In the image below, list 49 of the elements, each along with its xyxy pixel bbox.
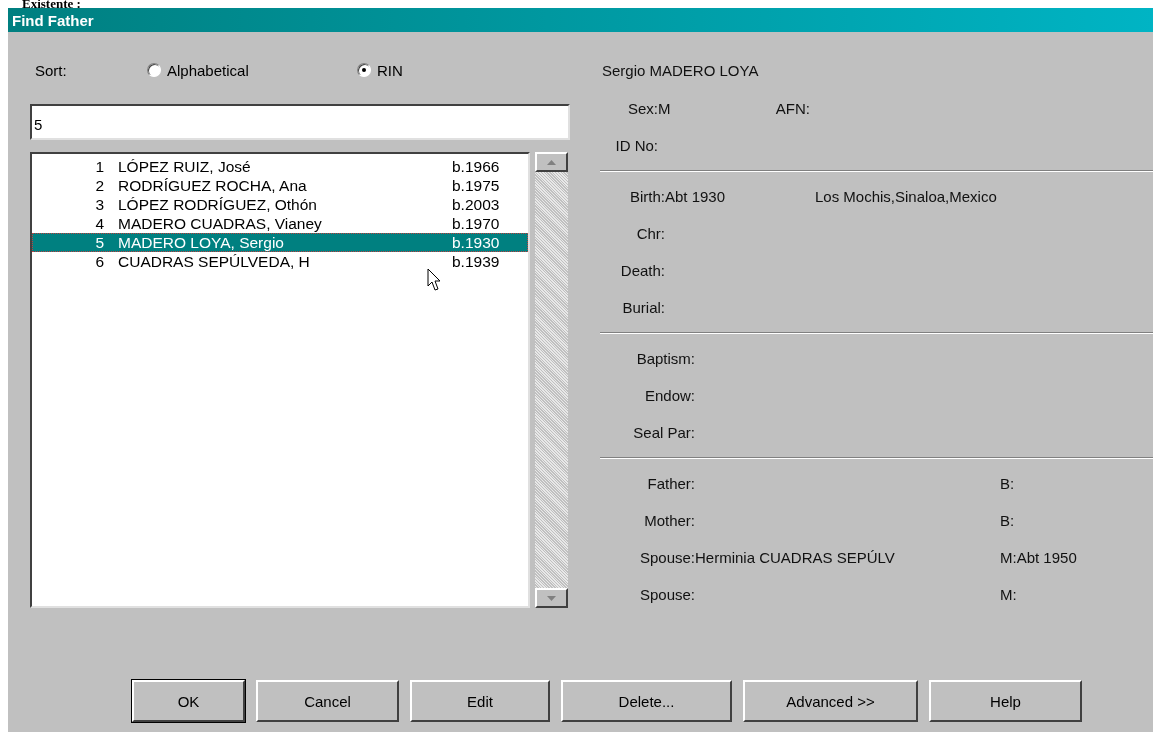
- scrollbar[interactable]: [535, 152, 568, 608]
- scroll-up-button[interactable]: [535, 152, 568, 172]
- field-value: Abt 1930: [665, 188, 726, 205]
- field-value: Herminia CUADRAS SEPÚLV: [695, 549, 895, 566]
- field-value: Abt 1950: [1016, 549, 1077, 566]
- field-label: ID No:: [614, 137, 658, 154]
- window-title: Find Father: [12, 11, 94, 29]
- person-row[interactable]: 5 MADERO LOYA, Sergio b.1930: [32, 233, 528, 252]
- field-value: M: [658, 100, 671, 117]
- dialog-button[interactable]: Delete...: [561, 680, 732, 722]
- down-arrow-icon: [547, 595, 556, 601]
- field-label: Father:: [646, 475, 695, 492]
- person-row[interactable]: 1 LÓPEZ RUIZ, José b.1966: [32, 157, 528, 176]
- mouse-pointer-icon: [427, 268, 443, 292]
- person-row[interactable]: 3 LÓPEZ RODRÍGUEZ, Othón b.2003: [32, 195, 528, 214]
- sort-label: Sort:: [34, 61, 68, 79]
- field-label: Sex:: [627, 100, 658, 117]
- field-label: B:: [1000, 475, 1015, 492]
- up-arrow-icon: [547, 159, 556, 165]
- dialog-button[interactable]: Cancel: [256, 680, 399, 722]
- person-row[interactable]: 6 CUADRAS SEPÚLVEDA, H b.1939: [32, 252, 528, 271]
- scroll-down-button[interactable]: [535, 588, 568, 608]
- sort-radio[interactable]: RIN: [357, 61, 567, 79]
- field-label: Seal Par:: [632, 424, 695, 441]
- field-label: AFN:: [774, 100, 810, 117]
- field-label: Spouse:: [638, 586, 695, 603]
- field-label: Burial:: [621, 299, 665, 316]
- person-row[interactable]: 4 MADERO CUADRAS, Vianey b.1970: [32, 214, 528, 233]
- person-name: Sergio MADERO LOYA: [601, 62, 760, 81]
- dialog-button[interactable]: Advanced >>: [743, 680, 918, 722]
- sort-radio[interactable]: Alphabetical: [147, 61, 357, 79]
- radio-circle-icon[interactable]: [147, 63, 161, 77]
- search-field[interactable]: 5: [30, 104, 570, 140]
- field-label: M:: [1000, 549, 1017, 566]
- field-label: Mother:: [643, 512, 695, 529]
- field-label: B:: [1000, 512, 1015, 529]
- field-label: Birth:: [629, 188, 665, 205]
- field-label: Chr:: [635, 225, 665, 242]
- field-label: Baptism:: [635, 350, 695, 367]
- dialog-button[interactable]: OK: [132, 680, 245, 722]
- radio-circle-icon[interactable]: [357, 63, 371, 77]
- person-row[interactable]: 2 RODRÍGUEZ ROCHA, Ana b.1975: [32, 176, 528, 195]
- field-label: Endow:: [643, 387, 695, 404]
- field-value: Los Mochis,Sinaloa,Mexico: [815, 188, 997, 205]
- dialog-button[interactable]: Edit: [410, 680, 550, 722]
- field-label: Spouse:: [638, 549, 695, 566]
- field-label: M:: [1000, 586, 1017, 603]
- dialog-button[interactable]: Help: [929, 680, 1082, 722]
- field-label: Death:: [619, 262, 665, 279]
